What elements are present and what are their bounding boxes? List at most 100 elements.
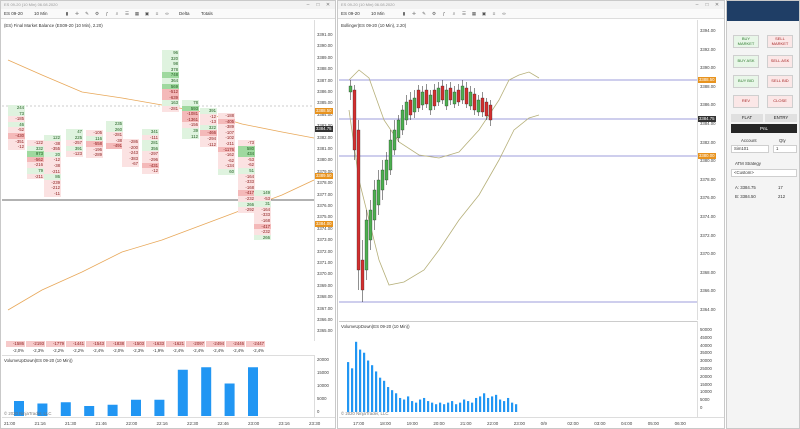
- time-tick-label: 19:00: [406, 421, 418, 426]
- left-time-axis[interactable]: 21:00 21:16 21:30 21:46 22:00 22:16 22:30 22:46…: [2, 417, 335, 428]
- right-price-axis[interactable]: 3394.00 3392.00 3390.00 3388.00 3386.00 3384.…: [697, 20, 724, 320]
- instrument-selector[interactable]: ES 09-20: [341, 10, 360, 18]
- period-selector[interactable]: 10 Min: [34, 10, 48, 18]
- dataseries-icon[interactable]: ≡: [490, 10, 498, 18]
- strategy-icon[interactable]: ⚙: [430, 10, 438, 18]
- indicators-icon[interactable]: ƒ: [103, 10, 111, 18]
- strategy-icon[interactable]: ⚙: [93, 10, 101, 18]
- right-volume-bars: [347, 341, 518, 412]
- delta-cell: -1586: [6, 341, 25, 347]
- volume-bar: [435, 404, 438, 412]
- candle-body: [460, 85, 465, 101]
- price-tick-label: 3368.00: [700, 269, 716, 275]
- volume-tick-label: 35000: [700, 350, 712, 356]
- dataseries-icon[interactable]: ≡: [153, 10, 161, 18]
- delta-cell: -2447: [246, 341, 265, 347]
- volume-tick-label: 50000: [700, 327, 712, 332]
- candlestick-plot[interactable]: Bollinger(ES 09-20 (10 Min), 2.20): [339, 20, 697, 320]
- sell-market-button[interactable]: SELL MARKET: [767, 35, 793, 48]
- volume-bar: [359, 349, 362, 412]
- time-tick-label: 21:16: [34, 421, 46, 426]
- delta-percent-cell: -2,4%: [192, 348, 204, 353]
- draw-tools-icon[interactable]: ✎: [420, 10, 428, 18]
- price-marker-tag: 3380.00: [698, 153, 716, 159]
- time-tick-label: 23:30: [309, 421, 321, 426]
- template-icon[interactable]: ▦: [470, 10, 478, 18]
- time-tick-label: 22:00: [126, 421, 138, 426]
- buy-ask-button[interactable]: BUY ASK: [733, 55, 759, 68]
- link-icon[interactable]: ∞: [500, 10, 508, 18]
- candle-body: [364, 219, 369, 271]
- volume-bar: [403, 399, 406, 412]
- close-icon[interactable]: ✕: [323, 2, 333, 8]
- zoom-icon[interactable]: ⌕: [113, 10, 121, 18]
- sell-bid-button[interactable]: SELL BID: [767, 75, 793, 88]
- chart-style-icon[interactable]: ▮: [400, 10, 408, 18]
- account-selector[interactable]: Sim101: [731, 145, 769, 153]
- snapshot-icon[interactable]: ▣: [143, 10, 151, 18]
- price-tick-label: 3388.00: [317, 66, 333, 72]
- volume-bar: [367, 360, 370, 412]
- volume-bar: [107, 404, 118, 416]
- left-price-axis[interactable]: 3391.00 3390.00 3389.00 3388.00 3387.00 3386.…: [314, 20, 335, 341]
- template-icon[interactable]: ▦: [133, 10, 141, 18]
- draw-tools-icon[interactable]: ✎: [83, 10, 91, 18]
- volume-bar: [60, 402, 71, 416]
- totals-dropdown[interactable]: Totals: [201, 10, 213, 18]
- instrument-selector[interactable]: ES 09-20: [4, 10, 23, 18]
- properties-icon[interactable]: ☰: [123, 10, 131, 18]
- candle-body: [388, 139, 393, 171]
- link-icon[interactable]: ∞: [163, 10, 171, 18]
- period-selector[interactable]: 10 Min: [371, 10, 385, 18]
- candle-body: [468, 91, 473, 107]
- close-icon[interactable]: ✕: [712, 2, 722, 8]
- properties-icon[interactable]: ☰: [460, 10, 468, 18]
- delta-dropdown[interactable]: Delta: [179, 10, 190, 18]
- price-tick-label: 3372.00: [317, 248, 333, 254]
- maximize-icon[interactable]: □: [313, 2, 323, 8]
- candles-and-bands: [339, 69, 697, 303]
- delta-cell: -2097: [186, 341, 205, 347]
- volume-bar: [224, 383, 235, 416]
- price-tick-label: 3378.00: [700, 176, 716, 182]
- right-window-titlebar[interactable]: ES 09-20 (10 Min) 06.08.2020 – □ ✕: [338, 1, 724, 9]
- right-time-axis[interactable]: 17:00 18:00 19:00 20:00 21:00 22:00 23:00 0/9 02…: [339, 417, 724, 428]
- buy-market-button[interactable]: BUY MARKET: [733, 35, 759, 48]
- time-tick-label: 23:16: [278, 421, 290, 426]
- crosshair-icon[interactable]: ✛: [73, 10, 81, 18]
- crosshair-icon[interactable]: ✛: [410, 10, 418, 18]
- indicators-icon[interactable]: ƒ: [440, 10, 448, 18]
- maximize-icon[interactable]: □: [702, 2, 712, 8]
- minimize-icon[interactable]: –: [303, 2, 313, 8]
- footprint-plot[interactable]: (ES) Final Market Balance (ES09-20 (10 M…: [2, 20, 314, 341]
- left-window-titlebar[interactable]: ES 09-20 (10 Min) 06.08.2020 – □ ✕: [1, 1, 335, 9]
- buy-bid-button[interactable]: BUY BID: [733, 75, 759, 88]
- price-tick-label: 3381.00: [317, 146, 333, 151]
- chart-style-icon[interactable]: ▮: [63, 10, 71, 18]
- atm-strategy-selector[interactable]: <Custom>: [731, 169, 797, 177]
- volume-bar: [475, 397, 478, 412]
- volume-bar: [399, 397, 402, 412]
- left-volume-panel[interactable]: VolumeUpDown(ES 09-20 (10 Min)) © 2020 N…: [2, 355, 314, 417]
- delta-percent-cell: -2,3%: [32, 348, 44, 353]
- left-chart-window: ES 09-20 (10 Min) 06.08.2020 – □ ✕ ES 09…: [0, 0, 336, 429]
- candle-body: [384, 159, 389, 181]
- quantity-field[interactable]: 1: [773, 145, 797, 153]
- price-tick-label: 3392.00: [700, 46, 716, 52]
- snapshot-icon[interactable]: ▣: [480, 10, 488, 18]
- candle-body: [464, 87, 469, 105]
- qty-label: Qty: [779, 138, 786, 143]
- right-volume-panel[interactable]: VolumeUpDown(ES 09-20 (10 Min)) © 2020 N…: [339, 321, 697, 417]
- delta-cell: -2446: [226, 341, 245, 347]
- time-tick-label: 22:46: [217, 421, 229, 426]
- minimize-icon[interactable]: –: [692, 2, 702, 8]
- candle-body: [352, 89, 357, 151]
- price-tick-label: 3375.00: [317, 214, 333, 220]
- price-tick-label: 3390.00: [700, 65, 716, 71]
- volume-bar: [177, 369, 188, 416]
- sell-ask-button[interactable]: SELL ASK: [767, 55, 793, 68]
- close-button[interactable]: CLOSE: [767, 95, 793, 108]
- volume-bar: [387, 387, 390, 412]
- zoom-icon[interactable]: ⌕: [450, 10, 458, 18]
- reverse-button[interactable]: REV: [733, 95, 759, 108]
